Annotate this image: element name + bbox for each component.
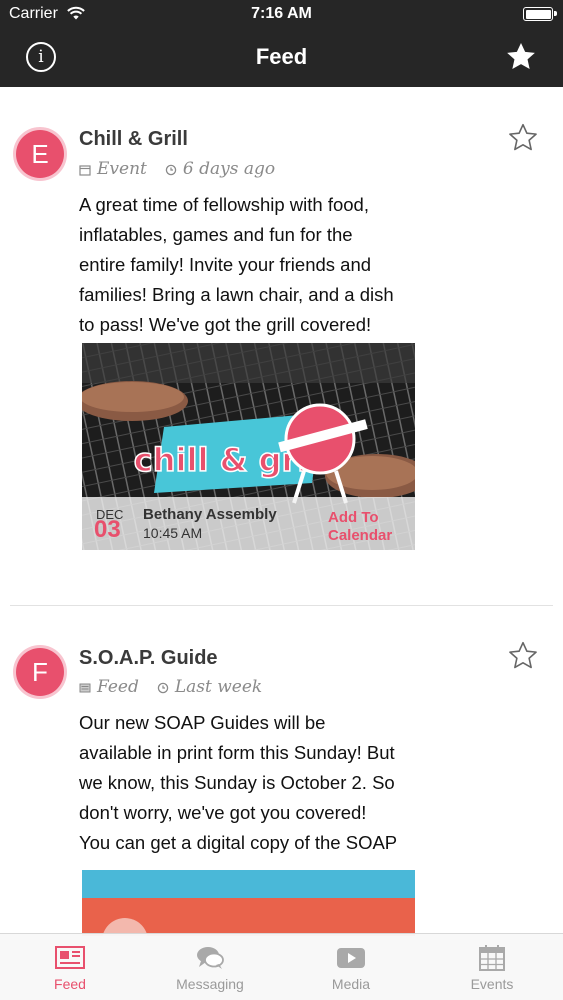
favorite-star-icon[interactable] bbox=[507, 122, 539, 154]
chat-bubbles-icon bbox=[197, 947, 224, 969]
avatar: F bbox=[16, 648, 64, 696]
post-body-line: inflatables, games and fun for the bbox=[79, 224, 353, 245]
post-body-line: available in print form this Sunday! But bbox=[79, 742, 395, 763]
clock-icon bbox=[157, 682, 169, 693]
newspaper-icon bbox=[55, 946, 85, 969]
post-body-line: Our new SOAP Guides will be bbox=[79, 712, 326, 733]
clock-icon bbox=[165, 164, 177, 175]
tab-events[interactable]: Events bbox=[422, 934, 562, 1000]
add-to-calendar-line: Add To bbox=[328, 509, 379, 526]
tab-label: Feed bbox=[54, 976, 86, 992]
event-time: 10:45 AM bbox=[143, 525, 203, 541]
post-type: Feed bbox=[97, 677, 139, 697]
play-icon bbox=[337, 948, 365, 968]
post-body-line: families! Bring a lawn chair, and a dish bbox=[79, 284, 394, 305]
post-body-line: we know, this Sunday is October 2. So bbox=[79, 772, 395, 793]
event-info-bar: DEC 03 Bethany Assembly 10:45 AM Add To … bbox=[82, 497, 415, 550]
tab-media[interactable]: Media bbox=[281, 934, 421, 1000]
clock: 7:16 AM bbox=[251, 5, 312, 22]
top-bar: Carrier 7:16 AM i Feed bbox=[0, 0, 563, 87]
tab-label: Media bbox=[331, 976, 371, 992]
post-title[interactable]: Chill & Grill bbox=[79, 128, 188, 151]
post-type: Event bbox=[97, 159, 147, 179]
image-stripe bbox=[82, 870, 415, 898]
post-time: 6 days ago bbox=[182, 159, 276, 179]
star-icon[interactable] bbox=[505, 41, 537, 73]
post-body-line: You can get a digital copy of the SOAP bbox=[79, 832, 398, 853]
post-body-line: entire family! Invite your friends and bbox=[79, 254, 372, 275]
tab-label: Events bbox=[470, 976, 514, 992]
post-time: Last week bbox=[174, 677, 263, 697]
tab-bar: Feed Messaging Media Events bbox=[0, 933, 563, 1000]
post-body-line: A great time of fellowship with food, bbox=[79, 194, 369, 215]
add-to-calendar-button[interactable]: Add To Calendar bbox=[328, 509, 408, 545]
post-title[interactable]: S.O.A.P. Guide bbox=[79, 647, 218, 670]
divider bbox=[10, 605, 553, 606]
post-body-line: don't worry, we've got you covered! bbox=[79, 802, 367, 823]
avatar: E bbox=[16, 130, 64, 178]
post-meta: Feed Last week bbox=[79, 677, 262, 697]
post-meta: Event 6 days ago bbox=[79, 159, 275, 179]
battery-icon bbox=[523, 7, 557, 21]
post-body: A great time of fellowship with food, in… bbox=[79, 190, 424, 340]
event-day: 03 bbox=[94, 516, 121, 543]
calendar-icon bbox=[479, 945, 505, 971]
event-image[interactable]: chill & grill DEC 03 Bethany Assembly 10… bbox=[82, 343, 415, 550]
favorite-star-icon[interactable] bbox=[507, 640, 539, 672]
event-location: Bethany Assembly bbox=[143, 506, 277, 523]
newspaper-icon bbox=[79, 683, 91, 692]
tab-messaging[interactable]: Messaging bbox=[140, 934, 280, 1000]
tab-feed[interactable]: Feed bbox=[0, 934, 140, 1000]
add-to-calendar-line: Calendar bbox=[328, 527, 393, 544]
soap-guide-image[interactable] bbox=[82, 870, 415, 936]
page-title: Feed bbox=[255, 44, 308, 69]
status-bar: Carrier 7:16 AM bbox=[0, 0, 563, 30]
tab-label: Messaging bbox=[176, 976, 244, 992]
calendar-icon bbox=[79, 164, 91, 176]
post-body: Our new SOAP Guides will be available in… bbox=[79, 708, 424, 858]
post-body-line: to pass! We've got the grill covered! bbox=[79, 314, 372, 335]
